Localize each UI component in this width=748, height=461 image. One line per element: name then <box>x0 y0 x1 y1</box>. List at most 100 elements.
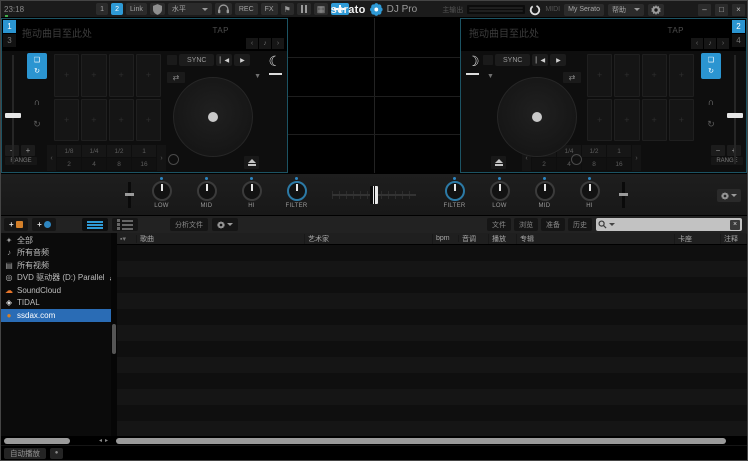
horizontal-view-button[interactable] <box>82 218 108 231</box>
panel-button-文件[interactable]: 文件 <box>487 218 511 231</box>
sidebar-item-TIDAL[interactable]: ◈TIDAL <box>1 297 111 310</box>
deck-left-number-1[interactable]: 1 <box>3 20 16 33</box>
loop-size-button[interactable]: 16 <box>132 158 156 170</box>
filter-knob[interactable] <box>287 181 307 201</box>
next-track-icon[interactable]: › <box>717 38 729 49</box>
close-button[interactable]: × <box>732 4 745 16</box>
hi-knob[interactable] <box>580 181 600 201</box>
loop-size-button[interactable]: 1/4 <box>82 145 106 157</box>
cue-previous-icon[interactable]: ▏◀ <box>216 54 232 66</box>
range-plus-button[interactable]: + <box>21 145 35 156</box>
column-header-注释[interactable]: 注释 <box>721 234 747 244</box>
loop-size-button[interactable]: 1/2 <box>582 145 606 157</box>
autoloop-icon[interactable]: ↻ <box>707 119 715 130</box>
performance-pad[interactable]: + <box>669 99 694 142</box>
loop-size-button[interactable]: 2 <box>532 158 556 170</box>
performance-pad[interactable]: + <box>642 99 667 142</box>
play-icon[interactable]: ▶ <box>234 54 250 66</box>
load-track-icon[interactable]: ♪ <box>704 38 716 49</box>
hotcue-mode-icon[interactable]: ❑ <box>708 57 714 64</box>
deck-count-2-button[interactable]: 2 <box>111 3 123 15</box>
range-minus-button[interactable]: − <box>711 145 725 156</box>
off-button[interactable] <box>167 55 177 65</box>
performance-pad[interactable]: + <box>81 99 106 142</box>
filter-knob[interactable] <box>445 181 465 201</box>
loop-size-button[interactable]: 2 <box>57 158 81 170</box>
sidebar-vertical-scrollbar[interactable] <box>111 233 117 436</box>
low-knob[interactable] <box>152 181 172 201</box>
practice-mode-icon[interactable]: ⚑ <box>281 3 294 15</box>
sync-button[interactable]: SYNC <box>495 54 530 66</box>
headphone-cue-icon[interactable]: ∩ <box>34 97 41 107</box>
tap-tempo-button[interactable]: TAP <box>213 26 229 35</box>
panel-button-准备[interactable]: 准备 <box>541 218 565 231</box>
sidebar-item-所有音频[interactable]: ♪所有音频 <box>1 247 111 260</box>
deck-count-1-button[interactable]: 1 <box>96 3 108 15</box>
loop-size-button[interactable]: 1 <box>132 145 156 157</box>
loop-mode-icon[interactable]: ↻ <box>708 68 714 75</box>
scroll-right-icon[interactable]: ▸ <box>105 437 108 444</box>
performance-pad[interactable]: + <box>614 54 639 97</box>
scrollbar-thumb[interactable] <box>112 324 116 354</box>
scrollbar-thumb[interactable] <box>4 438 70 444</box>
deck-left-number-3[interactable]: 3 <box>3 34 16 47</box>
deck-right-number-2[interactable]: 2 <box>732 20 745 33</box>
low-knob[interactable] <box>490 181 510 201</box>
rec-button[interactable]: REC <box>235 3 258 15</box>
eject-button[interactable] <box>491 156 506 169</box>
loop-size-button[interactable]: 8 <box>107 158 131 170</box>
performance-pad[interactable]: + <box>614 99 639 142</box>
pitch-fader-handle[interactable] <box>727 113 743 118</box>
scroll-left-icon[interactable]: ◂ <box>99 437 102 444</box>
sidebar-item-全部[interactable]: ✦全部 <box>1 234 111 247</box>
jog-wheel[interactable] <box>497 77 577 157</box>
my-serato-button[interactable]: My Serato <box>564 4 604 16</box>
loop-size-button[interactable]: 1/8 <box>57 145 81 157</box>
mini-fader[interactable] <box>466 73 479 75</box>
pad-mode-selector[interactable]: ❑↻ <box>27 53 47 79</box>
status-column-header[interactable]: ▪▾ <box>117 235 137 243</box>
column-header-卡座[interactable]: 卡座 <box>675 234 721 244</box>
headphone-cue-icon[interactable]: ∩ <box>708 97 715 107</box>
search-box[interactable]: × <box>596 218 742 231</box>
pitch-fader-handle[interactable] <box>5 113 21 118</box>
performance-pad[interactable]: + <box>109 54 134 97</box>
mini-fader[interactable] <box>269 73 282 75</box>
status-options-button[interactable]: ● <box>50 448 63 459</box>
slip-indicator-icon[interactable] <box>168 154 179 165</box>
midi-label[interactable]: MIDI <box>545 6 560 13</box>
load-track-icon[interactable]: ♪ <box>259 38 271 49</box>
autoloop-icon[interactable]: ↻ <box>33 119 41 130</box>
next-track-icon[interactable]: › <box>272 38 284 49</box>
prev-track-icon[interactable]: ‹ <box>246 38 258 49</box>
performance-pad[interactable]: + <box>642 54 667 97</box>
scrollbar-thumb[interactable] <box>116 438 726 444</box>
column-header-bpm[interactable]: bpm <box>433 235 459 242</box>
display-mode-dropdown[interactable]: 水平 <box>168 3 212 15</box>
channel-fader-left[interactable] <box>128 182 131 208</box>
pitch-fader[interactable] <box>2 51 24 144</box>
mid-knob[interactable] <box>197 181 217 201</box>
eject-button[interactable] <box>244 156 259 169</box>
headphones-cue-icon[interactable] <box>215 3 232 15</box>
performance-pad[interactable]: + <box>109 99 134 142</box>
prev-track-icon[interactable]: ‹ <box>691 38 703 49</box>
hotcue-mode-icon[interactable]: ❑ <box>34 57 40 64</box>
minimize-button[interactable]: – <box>698 4 711 16</box>
performance-pad[interactable]: + <box>136 99 161 142</box>
loop-size-button[interactable]: 1 <box>607 145 631 157</box>
performance-pad[interactable]: + <box>587 99 612 142</box>
loop-size-button[interactable]: 4 <box>82 158 106 170</box>
cue-previous-icon[interactable]: ▏◀ <box>532 54 548 66</box>
settings-gear-icon[interactable] <box>648 4 664 16</box>
table-horizontal-scrollbar[interactable] <box>114 438 743 444</box>
beatjump-icon[interactable]: ⇄ <box>563 72 581 83</box>
sidebar-item-所有视频[interactable]: ▤所有视频 <box>1 259 111 272</box>
column-header-播放[interactable]: 播放 <box>489 234 517 244</box>
sync-button[interactable]: SYNC <box>179 54 214 66</box>
loop-double-icon[interactable]: › <box>632 145 641 171</box>
link-button[interactable]: Link <box>126 3 147 15</box>
beatjump-icon[interactable]: ⇄ <box>167 72 185 83</box>
performance-pad[interactable]: + <box>54 99 79 142</box>
filter-funnel-icon[interactable]: ▼ <box>254 73 261 80</box>
